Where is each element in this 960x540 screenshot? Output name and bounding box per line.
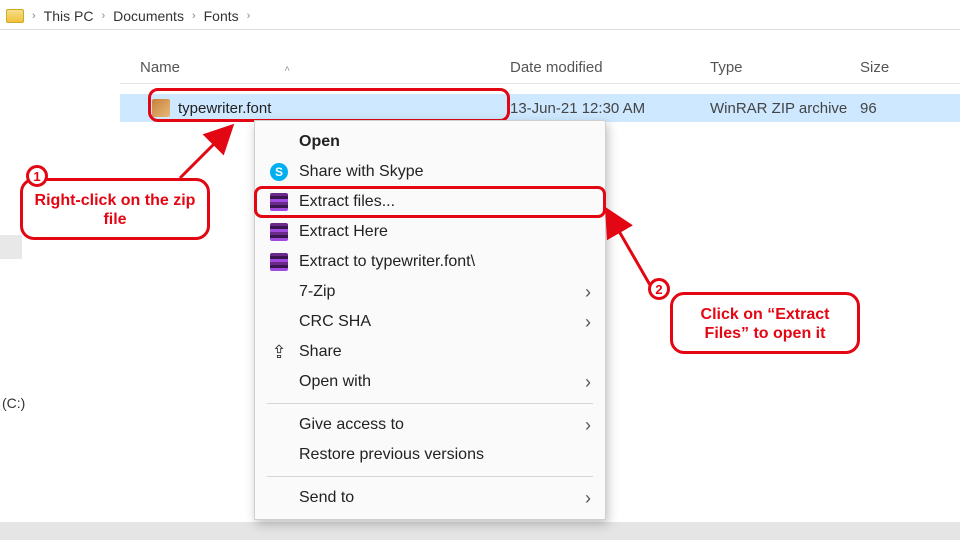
crumb-this-pc[interactable]: This PC [44, 8, 94, 24]
chevron-right-icon: › [585, 488, 591, 509]
file-name-cell: typewriter.font [120, 99, 510, 117]
crumb-fonts[interactable]: Fonts [204, 8, 239, 24]
breadcrumb[interactable]: › This PC › Documents › Fonts › [0, 2, 960, 30]
winrar-icon [269, 222, 289, 242]
callout-1: Right-click on the zip file [20, 178, 210, 240]
file-type: WinRAR ZIP archive [710, 100, 860, 117]
menu-item-give-access[interactable]: Give access to › [257, 410, 603, 440]
column-name-label: Name [140, 59, 180, 76]
menu-item-open-with[interactable]: Open with › [257, 367, 603, 397]
archive-icon [152, 99, 170, 117]
chevron-right-icon: › [30, 10, 38, 22]
menu-item-send-to[interactable]: Send to › [257, 483, 603, 513]
menu-item-share-skype[interactable]: S Share with Skype [257, 157, 603, 187]
chevron-right-icon: › [585, 312, 591, 333]
menu-item-extract-to[interactable]: Extract to typewriter.font\ [257, 247, 603, 277]
share-icon: ⇪ [269, 342, 289, 362]
menu-item-label: Extract files... [299, 193, 591, 211]
column-date[interactable]: Date modified [510, 59, 710, 76]
menu-item-label: Share [299, 343, 591, 361]
menu-item-label: Open with [299, 373, 575, 391]
menu-separator [267, 403, 593, 404]
menu-item-share[interactable]: ⇪ Share [257, 337, 603, 367]
status-bar [0, 522, 960, 540]
skype-icon: S [269, 162, 289, 182]
menu-separator [267, 476, 593, 477]
callout-2-badge: 2 [648, 278, 670, 300]
callout-1-text: Right-click on the zip file [35, 192, 196, 228]
column-type[interactable]: Type [710, 59, 860, 76]
chevron-right-icon: › [585, 282, 591, 303]
menu-item-label: Share with Skype [299, 163, 591, 181]
menu-item-extract-files[interactable]: Extract files... [257, 187, 603, 217]
menu-item-restore[interactable]: Restore previous versions [257, 440, 603, 470]
menu-item-label: Give access to [299, 416, 575, 434]
menu-item-label: Extract Here [299, 223, 591, 241]
column-headers: Name ˄ Date modified Type Size [120, 52, 960, 84]
menu-item-7zip[interactable]: 7-Zip › [257, 277, 603, 307]
sidebar-item-drive[interactable]: (C:) [0, 395, 25, 411]
file-name: typewriter.font [178, 100, 271, 117]
sort-indicator-icon: ˄ [284, 64, 290, 75]
sidebar-item-selected-notch [0, 235, 22, 259]
context-menu: Open S Share with Skype Extract files...… [254, 120, 606, 520]
callout-1-badge: 1 [26, 165, 48, 187]
winrar-icon [269, 252, 289, 272]
menu-item-label: Restore previous versions [299, 446, 591, 464]
menu-item-label: Send to [299, 489, 575, 507]
file-date: 13-Jun-21 12:30 AM [510, 100, 710, 117]
chevron-right-icon: › [99, 10, 107, 22]
chevron-right-icon: › [245, 10, 253, 22]
chevron-right-icon: › [190, 10, 198, 22]
menu-item-open[interactable]: Open [257, 127, 603, 157]
column-size[interactable]: Size [860, 59, 960, 76]
column-name[interactable]: Name ˄ [120, 59, 510, 76]
menu-item-crc-sha[interactable]: CRC SHA › [257, 307, 603, 337]
callout-2: Click on “Extract Files” to open it [670, 292, 860, 354]
winrar-icon [269, 192, 289, 212]
folder-icon [6, 9, 24, 23]
menu-item-label: Extract to typewriter.font\ [299, 253, 591, 271]
file-size: 96 [860, 100, 960, 117]
chevron-right-icon: › [585, 372, 591, 393]
menu-item-extract-here[interactable]: Extract Here [257, 217, 603, 247]
crumb-documents[interactable]: Documents [113, 8, 184, 24]
callout-2-text: Click on “Extract Files” to open it [701, 306, 830, 342]
menu-item-label: CRC SHA [299, 313, 575, 331]
file-row[interactable]: typewriter.font 13-Jun-21 12:30 AM WinRA… [120, 94, 960, 122]
menu-item-label: Open [299, 133, 591, 151]
menu-item-label: 7-Zip [299, 283, 575, 301]
chevron-right-icon: › [585, 415, 591, 436]
